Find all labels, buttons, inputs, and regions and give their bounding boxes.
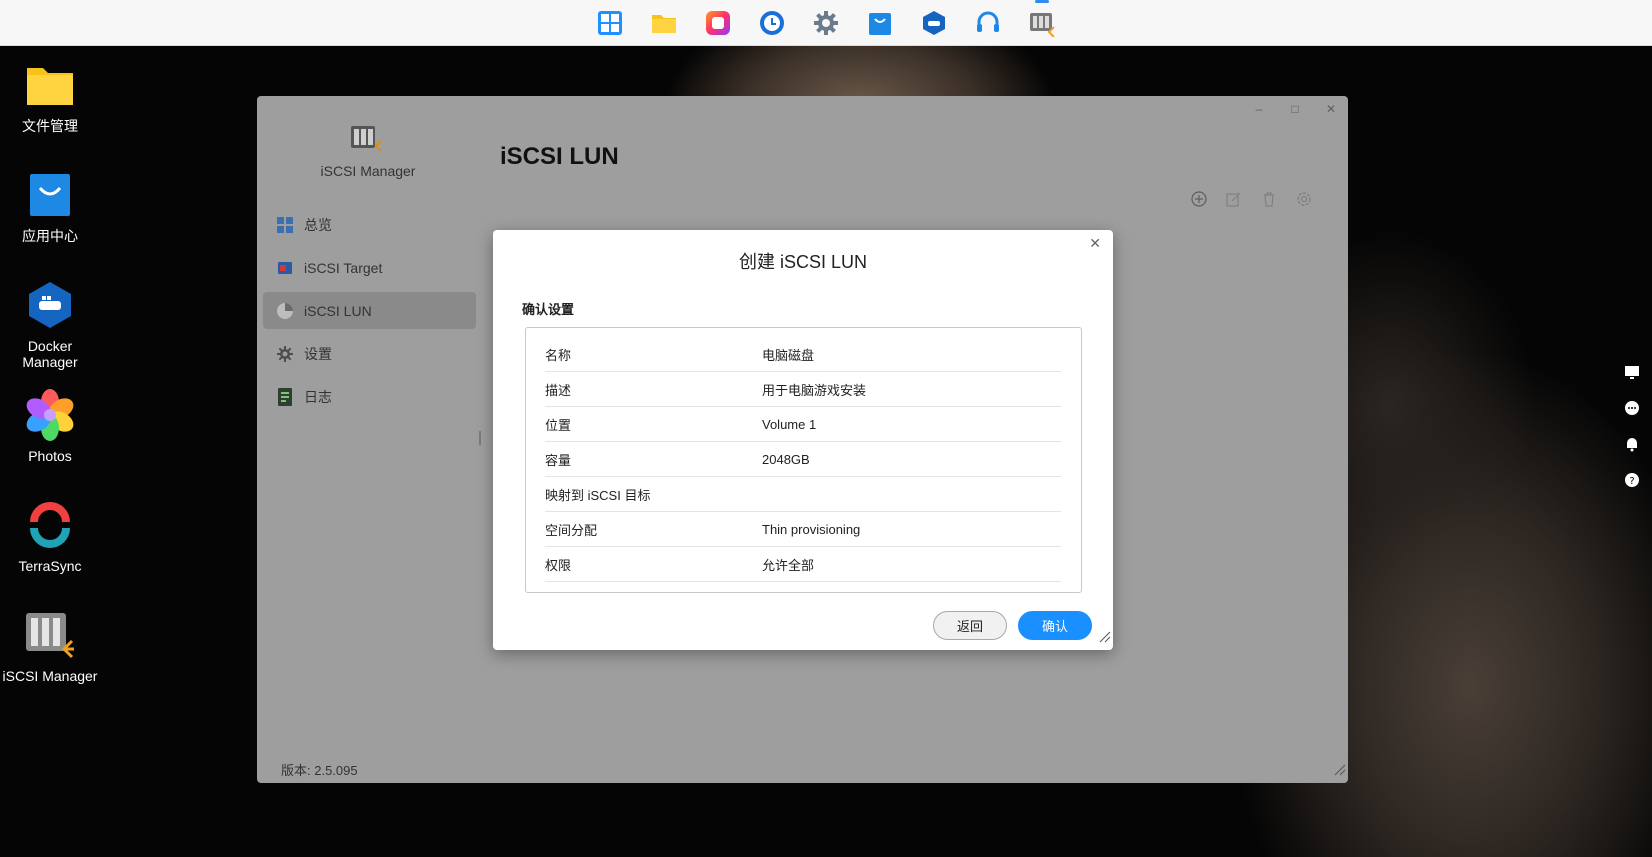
resize-handle[interactable] [1332, 762, 1346, 781]
row-value: 用于电脑游戏安装 [762, 382, 867, 398]
desktop-file-manager[interactable]: 文件管理 [0, 58, 100, 168]
sidebar-item-iscsi-target[interactable]: iSCSI Target [263, 249, 476, 286]
version-label: 版本: 2.5.095 [281, 763, 358, 778]
clock-icon[interactable] [756, 7, 788, 39]
delete-icon[interactable] [1260, 190, 1278, 208]
docker-icon [23, 278, 77, 332]
flower-icon [23, 388, 77, 442]
chat-icon[interactable] [1623, 399, 1641, 417]
row-value: 电脑磁盘 [762, 347, 815, 363]
close-button[interactable]: ✕ [1324, 102, 1338, 116]
edit-icon[interactable] [1225, 190, 1243, 208]
desktop-item-label: Photos [28, 448, 72, 464]
file-manager-icon[interactable] [648, 7, 680, 39]
desktop-icons: 文件管理 应用中心 Docker Manager Photos TerraSyn… [0, 58, 100, 718]
add-icon[interactable] [1190, 190, 1208, 208]
lun-disk-icon [276, 302, 294, 320]
minimize-button[interactable]: – [1252, 102, 1266, 116]
row-key: 描述 [545, 382, 572, 398]
overview-grid-icon [276, 216, 294, 234]
sidebar-item-label: iSCSI LUN [304, 302, 372, 319]
desktop-item-label: iSCSI Manager [2, 668, 98, 684]
row-key: 权限 [545, 557, 572, 573]
svg-text:?: ? [1629, 476, 1634, 487]
summary-row: 容量 2048GB [545, 442, 1061, 477]
section-heading: 确认设置 [522, 302, 575, 317]
row-key: 空间分配 [545, 522, 598, 538]
dialog-title: 创建 iSCSI LUN [738, 252, 868, 272]
row-value: Thin provisioning [762, 521, 861, 537]
desktop-item-label: TerraSync [18, 558, 82, 574]
desktop-photos[interactable]: Photos [0, 388, 100, 498]
row-key: 容量 [545, 452, 572, 468]
row-key: 映射到 iSCSI 目标 [545, 487, 651, 503]
apps-grid-icon[interactable] [594, 7, 626, 39]
iscsi-manager-icon[interactable] [1026, 0, 1058, 39]
iscsi-manager-icon [350, 124, 382, 157]
desktop-terrasync[interactable]: TerraSync [0, 498, 100, 608]
desktop-iscsi-manager[interactable]: iSCSI Manager [0, 608, 100, 718]
sidebar-item-overview[interactable]: 总览 [263, 206, 476, 243]
desktop-item-label: Docker [27, 338, 73, 354]
desktop-app-center[interactable]: 应用中心 [0, 168, 100, 278]
side-tray: ? [1620, 363, 1644, 489]
desktop-item-label: Manager [22, 354, 78, 370]
summary-row: 描述 用于电脑游戏安装 [545, 372, 1061, 407]
sidebar: iSCSI Manager 总览 iSCSI Target iSCSI LUN … [257, 96, 479, 783]
sidebar-item-label: 日志 [304, 388, 332, 405]
bell-icon[interactable] [1623, 435, 1641, 453]
page-title: iSCSI LUN [500, 143, 619, 170]
desktop-docker-manager[interactable]: Docker Manager [0, 278, 100, 388]
desktop-item-label: 应用中心 [22, 228, 78, 244]
log-icon [276, 387, 294, 406]
row-value: 允许全部 [762, 557, 815, 573]
summary-row: 空间分配 Thin provisioning [545, 512, 1061, 547]
maximize-button[interactable]: □ [1288, 102, 1302, 116]
headset-icon[interactable] [972, 7, 1004, 39]
photos-square-icon[interactable] [702, 7, 734, 39]
settings-icon[interactable] [1295, 190, 1313, 208]
sidebar-item-label: iSCSI Target [304, 259, 383, 276]
row-key: 位置 [545, 417, 572, 433]
row-key: 名称 [545, 347, 572, 363]
target-icon [276, 259, 294, 277]
app-name: iSCSI Manager [320, 163, 416, 179]
window-controls: – □ ✕ [1252, 102, 1338, 116]
create-lun-dialog: ✕ 创建 iSCSI LUN 确认设置 名称 电脑磁盘 描述 用于电脑游戏安装 … [493, 230, 1113, 650]
summary-row: 名称 电脑磁盘 [545, 337, 1061, 372]
sync-icon [23, 498, 77, 552]
settings-gear-icon[interactable] [810, 7, 842, 39]
iscsi-manager-icon [23, 608, 77, 662]
desktop-item-label: 文件管理 [22, 118, 78, 134]
sidebar-item-iscsi-lun[interactable]: iSCSI LUN [263, 292, 476, 329]
confirm-button[interactable]: 确认 [1018, 611, 1092, 640]
shopping-bag-icon [23, 168, 77, 222]
summary-row: 位置 Volume 1 [545, 407, 1061, 442]
help-icon[interactable]: ? [1623, 471, 1641, 489]
summary-row: 映射到 iSCSI 目标 [545, 477, 1061, 512]
docker-icon[interactable] [918, 7, 950, 39]
sidebar-item-settings[interactable]: 设置 [263, 335, 476, 372]
summary-row: 权限 允许全部 [545, 547, 1061, 582]
row-value: 2048GB [762, 451, 810, 467]
settings-summary-table: 名称 电脑磁盘 描述 用于电脑游戏安装 位置 Volume 1 容量 2048G… [525, 327, 1082, 593]
toolbar [1190, 190, 1313, 208]
sidebar-item-label: 总览 [304, 216, 332, 233]
sidebar-item-log[interactable]: 日志 [263, 378, 476, 415]
dialog-resize-handle[interactable] [1097, 629, 1111, 648]
sidebar-splitter[interactable] [479, 431, 481, 445]
taskbar [0, 0, 1652, 46]
gear-icon [276, 345, 294, 363]
back-button[interactable]: 返回 [933, 611, 1007, 640]
monitor-icon[interactable] [1623, 363, 1641, 381]
sidebar-nav: 总览 iSCSI Target iSCSI LUN 设置 日志 [263, 206, 476, 421]
folder-icon [23, 58, 77, 112]
app-store-bag-icon[interactable] [864, 7, 896, 39]
sidebar-item-label: 设置 [304, 345, 332, 362]
row-value: Volume 1 [762, 416, 817, 432]
